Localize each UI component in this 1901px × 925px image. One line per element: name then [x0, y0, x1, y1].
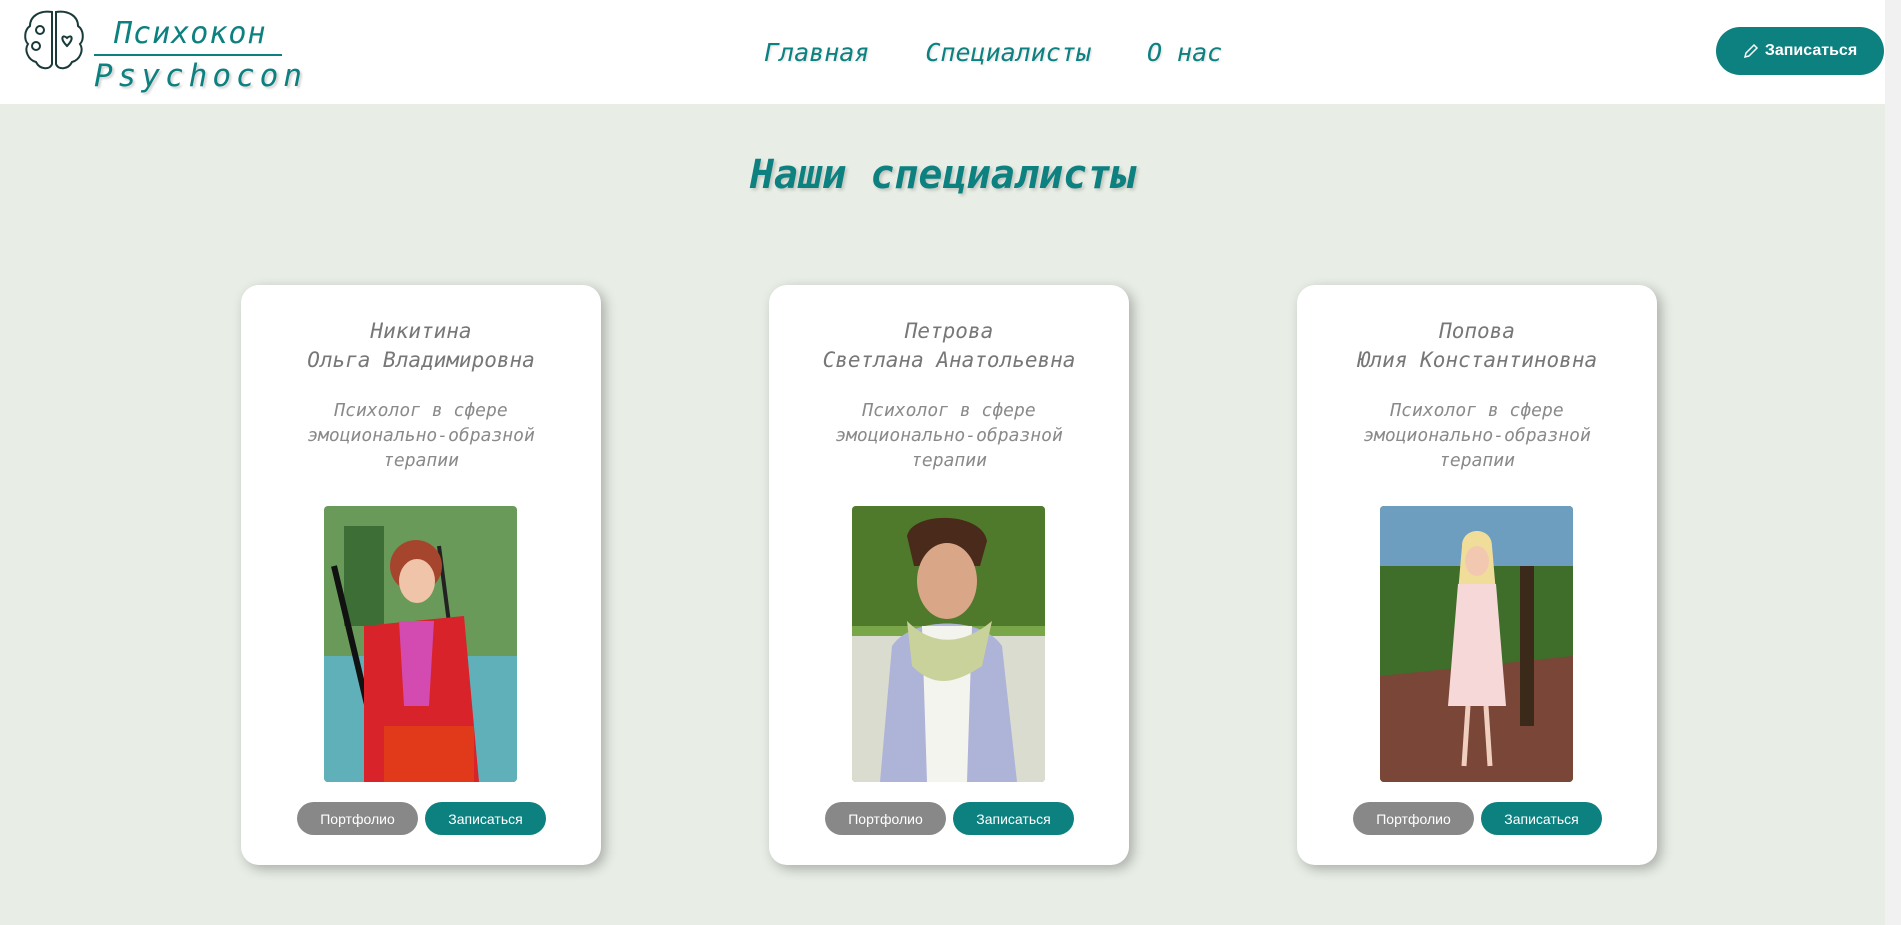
site-header: Психокон Psychocon Главная Специалисты О… [0, 0, 1885, 104]
specialist-role: Психолог в сфере эмоционально-образной т… [1337, 398, 1617, 473]
specialist-given-name: Юлия Константиновна [1356, 348, 1598, 372]
role-line: Психолог в сфере [1390, 400, 1564, 421]
portfolio-button[interactable]: Портфолио [1353, 802, 1474, 835]
specialist-name: Попова Юлия Константиновна [1297, 317, 1657, 375]
brand-name-en: Psychocon [94, 58, 307, 94]
specialist-photo [1380, 506, 1573, 782]
section-title: Наши специалисты [749, 152, 1136, 198]
brain-icon [24, 10, 84, 70]
specialist-surname: Петрова [904, 319, 994, 343]
main-nav: Главная Специалисты О нас [764, 38, 1222, 67]
card-actions: Портфолио Записаться [297, 802, 546, 835]
specialist-name: Никитина Ольга Владимировна [241, 317, 601, 375]
specialist-role: Психолог в сфере эмоционально-образной т… [809, 398, 1089, 473]
specialist-surname: Никитина [370, 319, 472, 343]
specialist-card: Попова Юлия Константиновна Психолог в сф… [1297, 285, 1657, 865]
role-line: эмоционально-образной [835, 425, 1063, 446]
specialist-photo [324, 506, 517, 782]
brand-name-ru: Психокон [114, 16, 267, 51]
brand-divider [94, 54, 282, 56]
nav-item-about[interactable]: О нас [1147, 38, 1222, 67]
role-line: Психолог в сфере [334, 400, 508, 421]
specialist-surname: Попова [1439, 319, 1515, 343]
card-actions: Портфолио Записаться [1353, 802, 1602, 835]
brand-logo[interactable]: Психокон Psychocon [22, 8, 302, 94]
nav-item-home[interactable]: Главная [764, 38, 869, 67]
role-line: Психолог в сфере [862, 400, 1036, 421]
portfolio-button[interactable]: Портфолио [825, 802, 946, 835]
specialist-role: Психолог в сфере эмоционально-образной т… [281, 398, 561, 473]
role-line: терапии [1439, 450, 1515, 471]
specialist-name: Петрова Светлана Анатольевна [769, 317, 1129, 375]
card-actions: Портфолио Записаться [825, 802, 1074, 835]
specialist-given-name: Ольга Владимировна [307, 348, 535, 372]
pencil-icon [1743, 43, 1758, 59]
header-enroll-label: Записаться [1764, 42, 1858, 59]
specialist-given-name: Светлана Анатольевна [822, 348, 1076, 372]
enroll-button[interactable]: Записаться [953, 802, 1074, 835]
portfolio-button[interactable]: Портфолио [297, 802, 418, 835]
role-line: эмоционально-образной [1363, 425, 1591, 446]
specialist-photo [852, 506, 1045, 782]
specialist-card: Петрова Светлана Анатольевна Психолог в … [769, 285, 1129, 865]
enroll-button[interactable]: Записаться [425, 802, 546, 835]
role-line: терапии [383, 450, 459, 471]
nav-item-specialists[interactable]: Специалисты [925, 38, 1091, 67]
role-line: терапии [911, 450, 987, 471]
header-enroll-button[interactable]: Записаться [1716, 27, 1884, 75]
page-scrollbar[interactable] [1885, 0, 1901, 925]
specialist-card: Никитина Ольга Владимировна Психолог в с… [241, 285, 601, 865]
role-line: эмоционально-образной [307, 425, 535, 446]
enroll-button[interactable]: Записаться [1481, 802, 1602, 835]
